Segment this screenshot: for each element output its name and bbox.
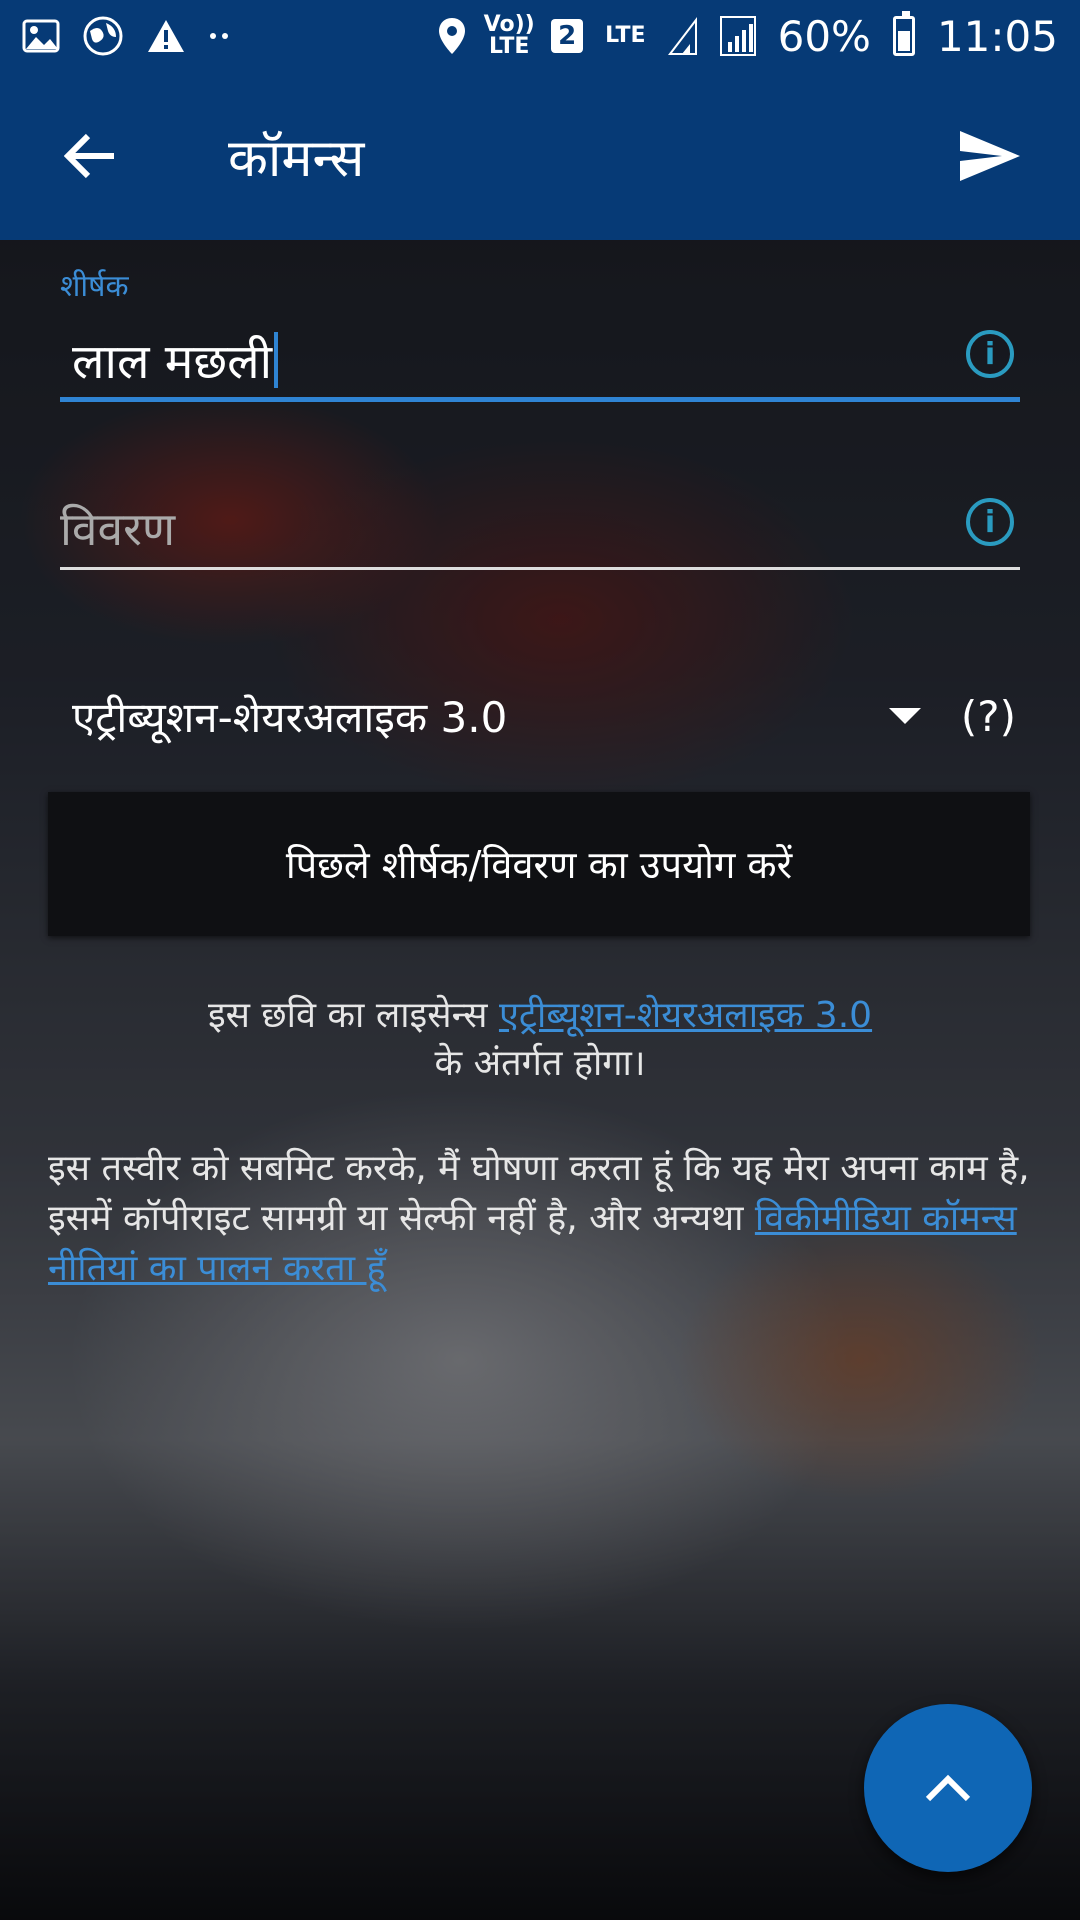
- battery-percent: 60%: [777, 11, 871, 61]
- description-field-underline: [60, 567, 1020, 570]
- title-field-label: शीर्षक: [60, 269, 129, 304]
- description-field[interactable]: विवरण i: [60, 486, 1020, 570]
- status-bar-left: [22, 15, 232, 57]
- app-bar: कॉमन्स: [0, 72, 1080, 240]
- title-field[interactable]: लाल मछली i: [60, 318, 1020, 402]
- volte-indicator: Vo)) LTE: [483, 12, 535, 59]
- gallery-icon: [22, 19, 60, 53]
- background-scrim: [0, 0, 1080, 1920]
- license-note-suffix: के अंतर्गत होगा।: [434, 1043, 646, 1084]
- chevron-up-icon: [925, 1774, 971, 1802]
- title-info-icon[interactable]: i: [966, 330, 1014, 378]
- text-cursor: [274, 332, 279, 388]
- globe-icon: [82, 15, 124, 57]
- title-field-value: लाल मछली: [72, 333, 273, 390]
- declaration-text: इस तस्वीर को सबमिट करके, मैं घोषणा करता …: [48, 1144, 1032, 1294]
- back-arrow-icon[interactable]: [48, 114, 132, 198]
- license-help-link[interactable]: (?): [961, 692, 1016, 741]
- page-title: कॉमन्स: [228, 128, 365, 189]
- scroll-up-button[interactable]: [864, 1704, 1032, 1872]
- battery-icon: [892, 11, 915, 56]
- use-previous-title-button[interactable]: पिछले शीर्षक/विवरण का उपयोग करें: [48, 792, 1030, 936]
- warning-icon: [146, 18, 186, 54]
- title-field-underline: [60, 397, 1020, 402]
- lte-indicator: LTE: [605, 23, 646, 48]
- description-placeholder: विवरण: [60, 502, 176, 556]
- license-dropdown[interactable]: एट्रीब्यूशन-शेयरअलाइक 3.0 (?): [60, 666, 1020, 766]
- license-note: इस छवि का लाइसेन्स एट्रीब्यूशन-शेयरअलाइक…: [48, 992, 1032, 1088]
- license-note-prefix: इस छवि का लाइसेन्स: [207, 995, 499, 1036]
- description-info-icon[interactable]: i: [966, 498, 1014, 546]
- license-dropdown-value: एट्रीब्यूशन-शेयरअलाइक 3.0: [72, 692, 508, 742]
- clock: 11:05: [936, 11, 1058, 61]
- status-bar-right: Vo)) LTE 2 LTE 60% 11:05: [437, 11, 1058, 61]
- signal-icon-2: [719, 16, 756, 56]
- sim-slot-icon: 2: [551, 19, 584, 53]
- location-icon: [437, 16, 467, 56]
- dropdown-arrow-icon[interactable]: [888, 708, 921, 724]
- signal-icon: [667, 16, 698, 56]
- send-icon[interactable]: [948, 114, 1032, 198]
- status-bar: Vo)) LTE 2 LTE 60% 11:05: [0, 0, 1080, 72]
- more-notifications-icon: [208, 31, 232, 41]
- license-link[interactable]: एट्रीब्यूशन-शेयरअलाइक 3.0: [499, 995, 872, 1036]
